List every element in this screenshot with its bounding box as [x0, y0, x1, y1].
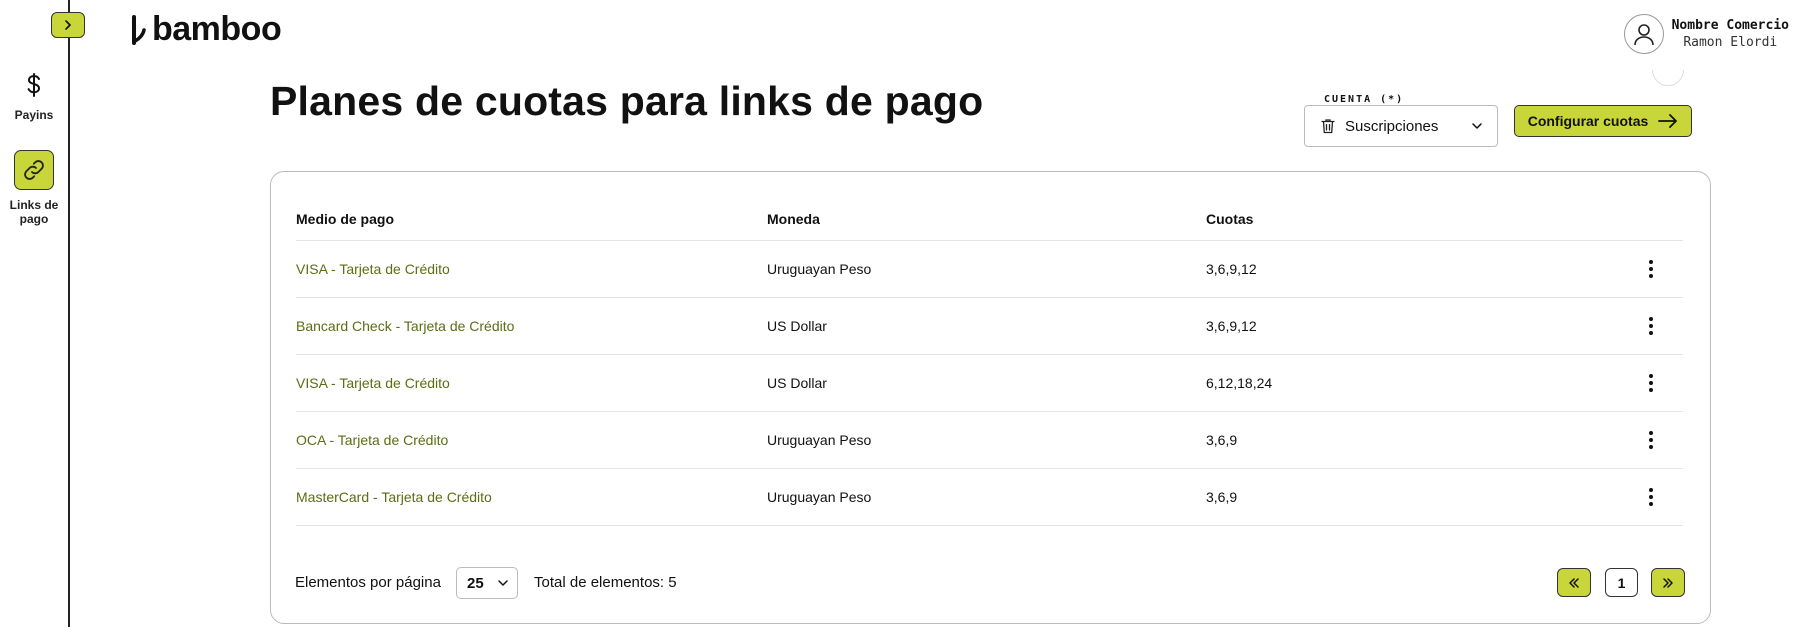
logo: bamboo — [132, 10, 282, 49]
currency-cell: Uruguayan Peso — [767, 261, 872, 277]
chevron-down-icon — [1472, 123, 1482, 129]
table-row: Bancard Check - Tarjeta de Crédito US Do… — [296, 298, 1683, 355]
row-actions-button[interactable] — [1639, 314, 1663, 338]
table-row: MasterCard - Tarjeta de Crédito Uruguaya… — [296, 469, 1683, 526]
quotas-cell: 3,6,9,12 — [1206, 261, 1257, 277]
column-header-currency: Moneda — [767, 211, 820, 227]
currency-cell: US Dollar — [767, 318, 827, 334]
payment-method-link[interactable]: VISA - Tarjeta de Crédito — [296, 375, 450, 391]
user-icon — [1633, 24, 1654, 46]
payment-method-link[interactable]: MasterCard - Tarjeta de Crédito — [296, 489, 492, 505]
column-header-quotas: Cuotas — [1206, 211, 1254, 227]
payment-method-link[interactable]: VISA - Tarjeta de Crédito — [296, 261, 450, 277]
column-header-payment-method: Medio de pago — [296, 211, 394, 227]
bamboo-logo-icon — [132, 14, 146, 45]
quotas-cell: 3,6,9,12 — [1206, 318, 1257, 334]
page-title: Planes de cuotas para links de pago — [270, 78, 984, 124]
row-actions-button[interactable] — [1639, 257, 1663, 281]
more-vertical-icon — [1649, 488, 1653, 506]
quotas-cell: 3,6,9 — [1206, 432, 1238, 448]
per-page-value: 25 — [467, 574, 484, 592]
sidebar-item-label: Payins — [14, 108, 54, 122]
more-vertical-icon — [1649, 374, 1653, 392]
quotas-cell: 3,6,9 — [1206, 489, 1238, 505]
account-select-label: CUENTA (*) — [1321, 94, 1408, 105]
currency-cell: Uruguayan Peso — [767, 489, 872, 505]
user-menu[interactable]: Nombre Comercio Ramon Elordi — [1623, 14, 1789, 54]
account-select-value: Suscripciones — [1345, 117, 1439, 135]
more-vertical-icon — [1649, 260, 1653, 278]
logo-text: bamboo — [152, 10, 282, 48]
row-actions-button[interactable] — [1639, 371, 1663, 395]
table-row: OCA - Tarjeta de Crédito Uruguayan Peso … — [296, 412, 1683, 469]
currency-cell: US Dollar — [767, 375, 827, 391]
app: Payins Links de pago bamboo Nombre Comer… — [0, 0, 1797, 627]
configure-quotas-button[interactable]: Configurar cuotas — [1514, 105, 1692, 137]
chevrons-right-icon — [1663, 577, 1673, 588]
table-divider — [296, 525, 1683, 526]
row-actions-button[interactable] — [1639, 428, 1663, 452]
quotas-cell: 6,12,18,24 — [1206, 375, 1273, 391]
sidebar: Payins Links de pago — [0, 0, 70, 627]
table-row: VISA - Tarjeta de Crédito Uruguayan Peso… — [296, 241, 1683, 298]
first-page-button[interactable] — [1557, 568, 1591, 597]
per-page-label: Elementos por página — [295, 574, 441, 591]
dollar-icon — [0, 66, 68, 104]
payment-method-link[interactable]: Bancard Check - Tarjeta de Crédito — [296, 318, 514, 334]
chevron-right-icon — [65, 20, 71, 30]
user-name: Ramon Elordi — [1683, 35, 1778, 50]
currency-cell: Uruguayan Peso — [767, 432, 872, 448]
more-vertical-icon — [1649, 431, 1653, 449]
help-button[interactable] — [1652, 70, 1684, 86]
sidebar-item-label: Links de pago — [9, 198, 59, 226]
chevrons-left-icon — [1569, 577, 1579, 588]
total-elements: Total de elementos: 5 — [534, 574, 677, 591]
per-page-select[interactable]: 25 — [456, 567, 518, 599]
sidebar-toggle-button[interactable] — [51, 12, 85, 38]
current-page-button[interactable]: 1 — [1605, 568, 1638, 597]
last-page-button[interactable] — [1651, 568, 1685, 597]
table-row: VISA - Tarjeta de Crédito US Dollar 6,12… — [296, 355, 1683, 412]
arrow-right-icon — [1658, 114, 1678, 128]
link-icon — [14, 150, 54, 190]
avatar[interactable] — [1623, 14, 1664, 54]
sidebar-item-payins[interactable]: Payins — [0, 66, 68, 122]
user-company: Nombre Comercio — [1671, 18, 1789, 33]
chevron-down-icon — [498, 580, 508, 586]
row-actions-button[interactable] — [1639, 485, 1663, 509]
account-select[interactable]: CUENTA (*) Suscripciones — [1304, 94, 1498, 147]
trash-icon — [1321, 119, 1335, 134]
payment-method-link[interactable]: OCA - Tarjeta de Crédito — [296, 432, 448, 448]
more-vertical-icon — [1649, 317, 1653, 335]
configure-quotas-label: Configurar cuotas — [1527, 113, 1649, 129]
sidebar-item-links-de-pago[interactable]: Links de pago — [0, 150, 68, 226]
